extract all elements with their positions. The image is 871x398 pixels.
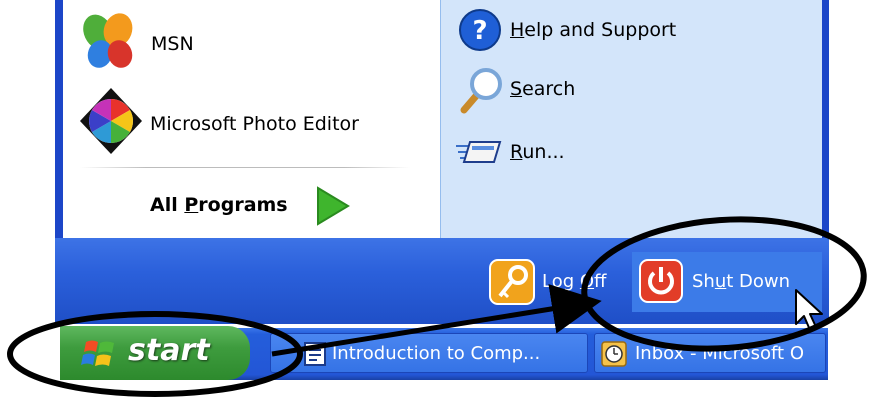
all-programs-label-pre: All	[150, 194, 185, 216]
menu-item-photo-editor[interactable]: Microsoft Photo Editor	[70, 86, 430, 158]
all-programs-accel: P	[184, 194, 199, 216]
search-label: Search	[510, 78, 575, 100]
menu-item-msn-label: MSN	[151, 33, 194, 55]
log-off-accel: O	[579, 271, 595, 292]
menu-item-help-and-support[interactable]: ? Help and Support	[452, 4, 812, 56]
msn-butterfly-icon	[83, 13, 133, 68]
menu-item-msn[interactable]: MSN	[70, 8, 430, 78]
shut-down-post: t Down	[726, 271, 791, 292]
shut-down-button[interactable]: Shut Down	[636, 256, 816, 308]
svg-text:?: ?	[472, 16, 487, 46]
log-off-label: Log Off	[542, 271, 606, 292]
shut-down-label: Shut Down	[692, 271, 790, 292]
help-icon: ?	[459, 9, 501, 51]
start-menu-right-border	[822, 0, 829, 240]
menu-item-search[interactable]: Search	[452, 64, 812, 116]
log-off-button[interactable]: Log Off	[486, 256, 626, 308]
windows-flag-icon	[81, 340, 114, 366]
taskbar-button-introduction[interactable]: Introduction to Comp...	[270, 333, 588, 373]
all-programs-button[interactable]: All Programs	[140, 180, 360, 230]
taskbar-button-inbox-label: Inbox - Microsoft O	[635, 343, 804, 364]
power-icon	[639, 259, 683, 303]
key-icon	[489, 259, 535, 305]
document-icon	[304, 342, 326, 366]
run-label: Run...	[510, 141, 565, 163]
search-magnifier-icon	[460, 68, 502, 114]
run-rest: un...	[522, 141, 565, 163]
shut-down-accel: u	[714, 271, 727, 292]
start-menu-left-border	[55, 0, 63, 240]
help-accel: H	[510, 19, 525, 41]
mouse-pointer-icon	[795, 289, 823, 331]
search-rest: earch	[522, 78, 576, 100]
log-off-post: ff	[594, 271, 607, 292]
shut-down-pre: Sh	[692, 271, 715, 292]
all-programs-label: All Programs	[150, 194, 288, 216]
menu-item-photo-editor-label: Microsoft Photo Editor	[150, 113, 359, 135]
search-accel: S	[510, 78, 523, 100]
menu-item-run[interactable]: Run...	[452, 128, 812, 176]
menu-separator	[80, 167, 410, 168]
green-arrow-icon	[317, 186, 350, 226]
help-and-support-label: Help and Support	[510, 19, 676, 41]
help-rest: elp and Support	[524, 19, 677, 41]
start-label: start	[128, 333, 210, 368]
taskbar-button-inbox[interactable]: Inbox - Microsoft O	[594, 333, 826, 373]
clock-icon	[601, 341, 627, 367]
taskbar-button-introduction-label: Introduction to Comp...	[332, 343, 541, 364]
photo-editor-icon	[80, 88, 142, 154]
log-off-pre: Log	[542, 271, 580, 292]
run-icon	[456, 141, 502, 163]
run-accel: R	[510, 141, 523, 163]
all-programs-label-post: rograms	[198, 194, 288, 216]
